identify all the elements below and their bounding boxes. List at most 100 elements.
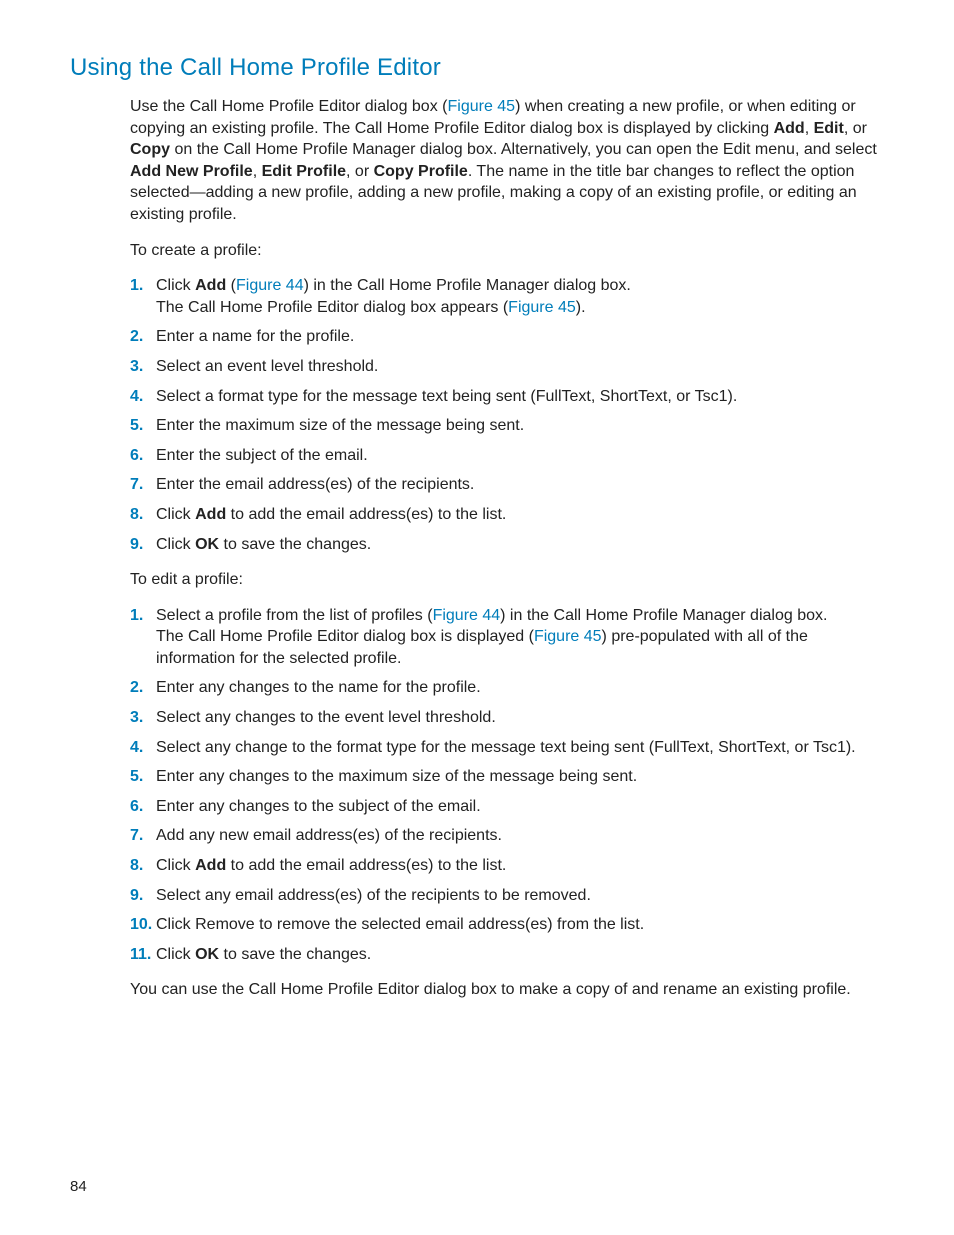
list-item: 5.Enter the maximum size of the message … <box>130 415 884 437</box>
step-number: 8. <box>130 855 152 877</box>
bold-text: Add <box>195 277 226 294</box>
list-item: 6.Enter any changes to the subject of th… <box>130 796 884 818</box>
step-number: 6. <box>130 796 152 818</box>
step-text: Select an event level threshold. <box>156 358 378 375</box>
step-text: Click Add to add the email address(es) t… <box>156 857 506 874</box>
figure-link[interactable]: Figure 45 <box>534 628 602 645</box>
text-run: Select any email address(es) of the reci… <box>156 887 591 904</box>
step-number: 7. <box>130 825 152 847</box>
step-text: Add any new email address(es) of the rec… <box>156 827 502 844</box>
step-number: 7. <box>130 474 152 496</box>
bold-text: Add <box>774 120 805 137</box>
text-run: Enter any changes to the subject of the … <box>156 798 481 815</box>
list-item: 7.Enter the email address(es) of the rec… <box>130 474 884 496</box>
bold-text: Add New Profile <box>130 163 253 180</box>
step-number: 5. <box>130 415 152 437</box>
list-item: 4.Select any change to the format type f… <box>130 737 884 759</box>
list-item: 8.Click Add to add the email address(es)… <box>130 855 884 877</box>
step-number: 5. <box>130 766 152 788</box>
step-number: 11. <box>130 944 152 966</box>
step-number: 3. <box>130 707 152 729</box>
step-text: Enter the subject of the email. <box>156 447 368 464</box>
bold-text: Edit Profile <box>262 163 346 180</box>
step-number: 6. <box>130 445 152 467</box>
text-run: ( <box>226 277 236 294</box>
bold-text: Copy Profile <box>374 163 468 180</box>
list-item: 2.Enter a name for the profile. <box>130 326 884 348</box>
list-item: 2.Enter any changes to the name for the … <box>130 677 884 699</box>
text-run: , <box>253 163 262 180</box>
list-item: 4.Select a format type for the message t… <box>130 386 884 408</box>
text-run: Use the Call Home Profile Editor dialog … <box>130 98 447 115</box>
text-run: Click <box>156 857 195 874</box>
text-run: Enter any changes to the maximum size of… <box>156 768 637 785</box>
text-run: Enter the email address(es) of the recip… <box>156 476 474 493</box>
text-run: ) in the Call Home Profile Manager dialo… <box>304 277 631 294</box>
text-run: to save the changes. <box>219 536 371 553</box>
create-steps-list: 1.Click Add (Figure 44) in the Call Home… <box>130 275 884 555</box>
list-item: 11.Click OK to save the changes. <box>130 944 884 966</box>
text-run: Select a format type for the message tex… <box>156 388 737 405</box>
text-run: Click Remove to remove the selected emai… <box>156 916 644 933</box>
text-run: to save the changes. <box>219 946 371 963</box>
list-item: 1.Click Add (Figure 44) in the Call Home… <box>130 275 884 318</box>
figure-link[interactable]: Figure 45 <box>508 299 576 316</box>
bold-text: OK <box>195 946 219 963</box>
step-number: 9. <box>130 885 152 907</box>
page-number: 84 <box>70 1178 87 1195</box>
text-run: on the Call Home Profile Manager dialog … <box>170 141 877 158</box>
step-text: Select any email address(es) of the reci… <box>156 887 591 904</box>
list-item: 6.Enter the subject of the email. <box>130 445 884 467</box>
document-page: Using the Call Home Profile Editor Use t… <box>0 0 954 1235</box>
create-lead: To create a profile: <box>130 240 884 262</box>
figure-link[interactable]: Figure 45 <box>447 98 515 115</box>
text-run: Enter the maximum size of the message be… <box>156 417 524 434</box>
text-run: Select an event level threshold. <box>156 358 378 375</box>
step-text: Click Add (Figure 44) in the Call Home P… <box>156 277 631 294</box>
step-text: Enter a name for the profile. <box>156 328 354 345</box>
list-item: 10.Click Remove to remove the selected e… <box>130 914 884 936</box>
list-item: 9.Select any email address(es) of the re… <box>130 885 884 907</box>
step-number: 3. <box>130 356 152 378</box>
text-run: Select a profile from the list of profil… <box>156 607 433 624</box>
step-number: 4. <box>130 386 152 408</box>
step-text: Enter any changes to the subject of the … <box>156 798 481 815</box>
text-run: , <box>805 120 814 137</box>
step-subtext: The Call Home Profile Editor dialog box … <box>156 626 884 669</box>
text-run: Select any change to the format type for… <box>156 739 856 756</box>
bold-text: OK <box>195 536 219 553</box>
text-run: Click <box>156 536 195 553</box>
text-run: ) in the Call Home Profile Manager dialo… <box>500 607 827 624</box>
figure-link[interactable]: Figure 44 <box>433 607 501 624</box>
text-run: to add the email address(es) to the list… <box>226 506 506 523</box>
step-number: 9. <box>130 534 152 556</box>
body-content: Use the Call Home Profile Editor dialog … <box>130 96 884 1001</box>
list-item: 8.Click Add to add the email address(es)… <box>130 504 884 526</box>
bold-text: Edit <box>814 120 844 137</box>
step-subtext: The Call Home Profile Editor dialog box … <box>156 297 884 319</box>
text-run: Click <box>156 506 195 523</box>
figure-link[interactable]: Figure 44 <box>236 277 304 294</box>
step-number: 10. <box>130 914 152 936</box>
text-run: The Call Home Profile Editor dialog box … <box>156 299 508 316</box>
step-number: 2. <box>130 326 152 348</box>
text-run: Enter the subject of the email. <box>156 447 368 464</box>
text-run: Enter any changes to the name for the pr… <box>156 679 481 696</box>
list-item: 3.Select an event level threshold. <box>130 356 884 378</box>
step-text: Enter the maximum size of the message be… <box>156 417 524 434</box>
step-text: Click Remove to remove the selected emai… <box>156 916 644 933</box>
list-item: 1.Select a profile from the list of prof… <box>130 605 884 670</box>
step-text: Click OK to save the changes. <box>156 536 371 553</box>
step-text: Enter any changes to the maximum size of… <box>156 768 637 785</box>
text-run: Enter a name for the profile. <box>156 328 354 345</box>
bold-text: Add <box>195 506 226 523</box>
bold-text: Add <box>195 857 226 874</box>
bold-text: Copy <box>130 141 170 158</box>
step-text: Select any changes to the event level th… <box>156 709 496 726</box>
step-number: 1. <box>130 275 152 297</box>
text-run: ). <box>576 299 586 316</box>
section-heading: Using the Call Home Profile Editor <box>70 54 884 82</box>
step-number: 1. <box>130 605 152 627</box>
text-run: Add any new email address(es) of the rec… <box>156 827 502 844</box>
step-text: Select a format type for the message tex… <box>156 388 737 405</box>
